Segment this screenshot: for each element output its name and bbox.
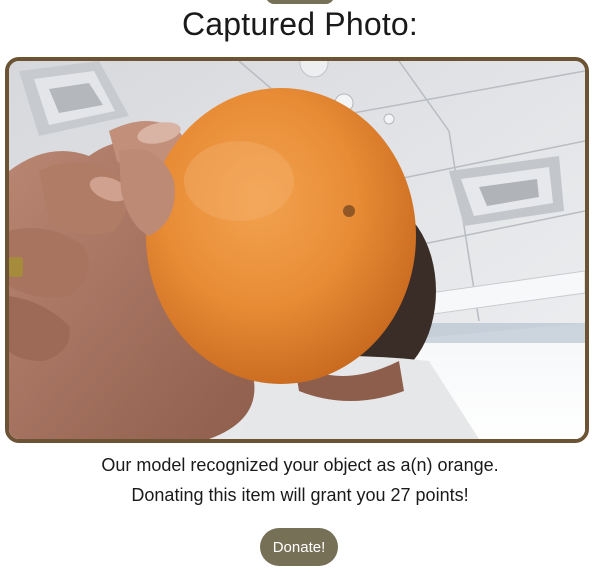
donate-button[interactable]: Donate! (260, 528, 338, 566)
photo-image (9, 61, 585, 439)
captured-photo (5, 57, 589, 443)
recognition-message: Our model recognized your object as a(n)… (101, 455, 499, 475)
page-title: Captured Photo: (181, 6, 419, 42)
previous-button-partial[interactable] (266, 0, 334, 4)
points-message: Donating this item will grant you 27 poi… (131, 485, 469, 505)
page: Captured Photo: Our model recognized you… (0, 0, 608, 573)
